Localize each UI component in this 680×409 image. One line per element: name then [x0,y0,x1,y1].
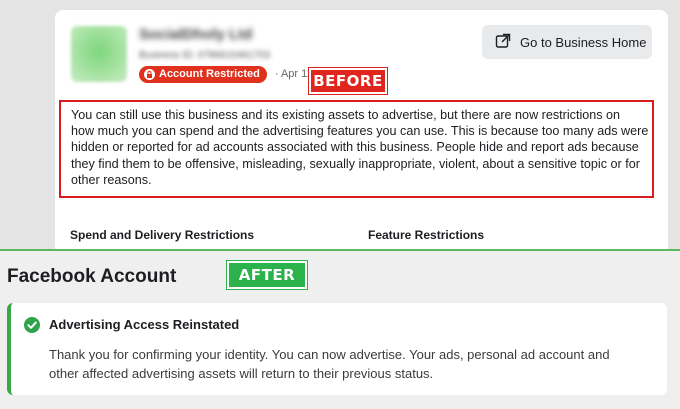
after-label: AFTER [226,260,308,290]
go-button-label: Go to Business Home [520,34,647,50]
spend-delivery-heading: Spend and Delivery Restrictions [70,228,255,242]
business-name: SocialDholy Ltd [139,26,253,43]
restriction-notice: You can still use this business and its … [59,100,654,198]
business-id: Business ID: 0786610461703 [139,50,271,61]
reinstated-line: other affected advertising assets will r… [49,366,434,381]
restriction-line: You can still use this business and its … [71,108,621,122]
reinstated-body: Thank you for confirming your identity. … [49,345,659,383]
reinstated-title: Advertising Access Reinstated [49,317,240,332]
status-date: · Apr 11 [274,68,313,80]
account-restricted-badge: Account Restricted [139,65,267,83]
badge-label: Account Restricted [159,68,260,80]
before-label: BEFORE [308,67,388,95]
external-link-icon [495,33,511,52]
reinstated-card: Advertising Access Reinstated Thank you … [7,303,667,395]
check-circle-icon [24,317,40,333]
restriction-line: they find them to be offensive, misleadi… [71,156,640,171]
go-to-business-home-button[interactable]: Go to Business Home [482,25,652,59]
status-row: Account Restricted · Apr 11 [139,65,313,83]
page-title: Facebook Account [7,266,177,287]
reinstated-line: Thank you for confirming your identity. … [49,347,610,362]
lock-icon [144,68,155,80]
feature-restrictions-heading: Feature Restrictions [368,228,485,242]
business-avatar [71,26,127,82]
restriction-line: hidden or reported for ad accounts assoc… [71,140,639,155]
restriction-line: how much you can spend and the advertisi… [71,124,649,139]
restriction-line: other reasons. [71,172,152,187]
